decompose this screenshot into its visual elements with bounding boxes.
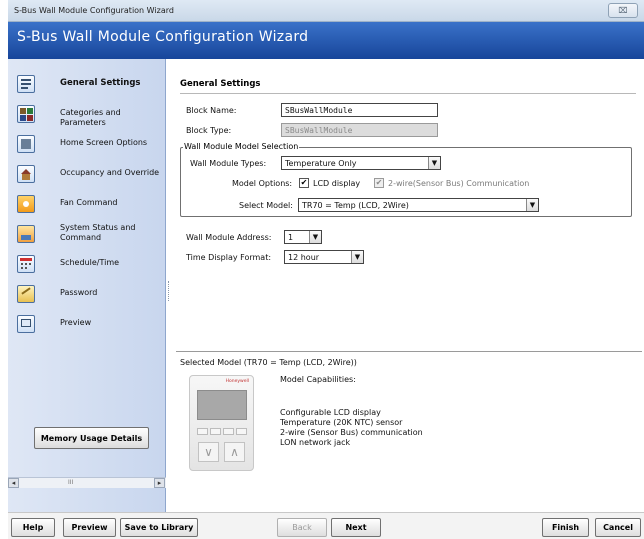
capability-item: LON network jack xyxy=(280,438,351,447)
sidebar-item-label: System Status and Command xyxy=(60,223,136,242)
time-display-format-value: 12 hour xyxy=(288,253,320,262)
chevron-down-icon[interactable]: ▼ xyxy=(309,231,321,243)
sidebar: General Settings Categories and Paramete… xyxy=(8,59,166,512)
block-type-label: Block Type: xyxy=(186,126,232,135)
group-legend: Wall Module Model Selection xyxy=(183,142,300,151)
cancel-button[interactable]: Cancel xyxy=(595,518,641,537)
scroll-right-icon[interactable]: ▸ xyxy=(154,478,165,488)
select-model-select[interactable]: TR70 = Temp (LCD, 2Wire) ▼ xyxy=(298,198,539,212)
chevron-down-icon[interactable]: ▼ xyxy=(428,157,440,169)
up-arrow-icon: ∧ xyxy=(224,442,245,462)
select-model-value: TR70 = Temp (LCD, 2Wire) xyxy=(302,201,409,210)
lcd-display-checkbox[interactable]: ✔ xyxy=(299,178,309,188)
selected-model-title: Selected Model (TR70 = Temp (LCD, 2Wire)… xyxy=(180,358,357,367)
sidebar-item-label: Fan Command xyxy=(60,198,118,207)
sidebar-item-label: Schedule/Time xyxy=(60,258,120,267)
general-settings-icon xyxy=(17,75,35,93)
preview-icon xyxy=(17,315,35,333)
device-keys xyxy=(197,428,247,436)
wall-module-types-select[interactable]: Temperature Only ▼ xyxy=(281,156,441,170)
divider xyxy=(180,93,636,94)
categories-icon xyxy=(17,105,35,123)
sidebar-item-preview[interactable]: Preview xyxy=(8,309,166,339)
scroll-left-icon[interactable]: ◂ xyxy=(8,478,19,488)
scroll-thumb[interactable]: III xyxy=(68,479,73,486)
occupancy-icon xyxy=(17,165,35,183)
capability-item: Configurable LCD display xyxy=(280,408,381,417)
chevron-down-icon[interactable]: ▼ xyxy=(351,251,363,263)
sidebar-item-label: Occupancy and Override xyxy=(60,168,160,177)
home-screen-icon xyxy=(17,135,35,153)
password-icon xyxy=(17,285,35,303)
system-status-icon xyxy=(17,225,35,243)
two-wire-label: 2-wire(Sensor Bus) Communication xyxy=(388,179,530,188)
wizard-body: General Settings Categories and Paramete… xyxy=(8,59,644,512)
sidebar-item-home-screen[interactable]: Home Screen Options xyxy=(8,129,166,159)
wall-module-device-image: Honeywell ∨ ∧ xyxy=(189,375,254,471)
window-titlebar: S-Bus Wall Module Configuration Wizard ⌧ xyxy=(8,0,644,22)
two-wire-checkbox: ✔ xyxy=(374,178,384,188)
save-to-library-button[interactable]: Save to Library xyxy=(120,518,198,537)
sidebar-item-password[interactable]: Password xyxy=(8,279,166,309)
capability-item: Temperature (20K NTC) sensor xyxy=(280,418,403,427)
wall-module-types-label: Wall Module Types: xyxy=(190,159,267,168)
block-name-label: Block Name: xyxy=(186,106,237,115)
time-display-format-label: Time Display Format: xyxy=(186,253,272,262)
block-name-input[interactable]: SBusWallModule xyxy=(281,103,438,117)
preview-button[interactable]: Preview xyxy=(63,518,116,537)
sidebar-item-label: Preview xyxy=(60,318,92,327)
sidebar-item-occupancy[interactable]: Occupancy and Override xyxy=(8,159,166,189)
model-options-label: Model Options: xyxy=(232,179,293,188)
wizard-banner: S-Bus Wall Module Configuration Wizard xyxy=(8,22,644,59)
wall-module-types-value: Temperature Only xyxy=(285,159,357,168)
splitter-handle[interactable] xyxy=(168,281,171,301)
help-button[interactable]: Help xyxy=(11,518,55,537)
capability-item: 2-wire (Sensor Bus) communication xyxy=(280,428,423,437)
sidebar-item-label: General Settings xyxy=(60,78,141,88)
sidebar-item-categories[interactable]: Categories and Parameters xyxy=(8,99,166,129)
calendar-icon xyxy=(17,255,35,273)
sidebar-item-label: Password xyxy=(60,288,98,297)
wizard-button-bar: Help Preview Save to Library Back Next F… xyxy=(8,512,644,539)
sidebar-item-label: Categories and Parameters xyxy=(60,108,121,127)
back-button: Back xyxy=(277,518,327,537)
sidebar-item-general-settings[interactable]: General Settings xyxy=(8,69,166,99)
sidebar-item-label: Home Screen Options xyxy=(60,138,148,147)
model-capabilities-label: Model Capabilities: xyxy=(280,375,356,384)
fan-icon xyxy=(17,195,35,213)
page-title: General Settings xyxy=(180,79,261,89)
device-lcd-screen xyxy=(197,390,247,420)
close-button[interactable]: ⌧ xyxy=(608,3,638,18)
finish-button[interactable]: Finish xyxy=(542,518,589,537)
general-settings-panel: General Settings Block Name: SBusWallMod… xyxy=(174,59,644,512)
down-arrow-icon: ∨ xyxy=(198,442,219,462)
chevron-down-icon[interactable]: ▼ xyxy=(526,199,538,211)
block-type-field: SBusWallModule xyxy=(281,123,438,137)
sidebar-item-schedule[interactable]: Schedule/Time xyxy=(8,249,166,279)
memory-usage-details-button[interactable]: Memory Usage Details xyxy=(34,427,149,449)
select-model-label: Select Model: xyxy=(239,201,293,210)
sidebar-item-fan-command[interactable]: Fan Command xyxy=(8,189,166,219)
device-brand-logo: Honeywell xyxy=(225,379,249,384)
wall-module-address-label: Wall Module Address: xyxy=(186,233,272,242)
wizard-title: S-Bus Wall Module Configuration Wizard xyxy=(17,29,309,45)
sidebar-horizontal-scrollbar[interactable]: ◂ III ▸ xyxy=(8,477,166,488)
wall-module-address-value: 1 xyxy=(288,233,294,242)
next-button[interactable]: Next xyxy=(331,518,381,537)
lcd-display-label: LCD display xyxy=(313,179,361,188)
sidebar-item-system-status[interactable]: System Status and Command xyxy=(8,219,166,249)
close-icon: ⌧ xyxy=(618,6,628,15)
wall-module-address-select[interactable]: 1 ▼ xyxy=(284,230,322,244)
time-display-format-select[interactable]: 12 hour ▼ xyxy=(284,250,364,264)
window-title: S-Bus Wall Module Configuration Wizard xyxy=(14,6,174,15)
divider xyxy=(176,351,642,352)
